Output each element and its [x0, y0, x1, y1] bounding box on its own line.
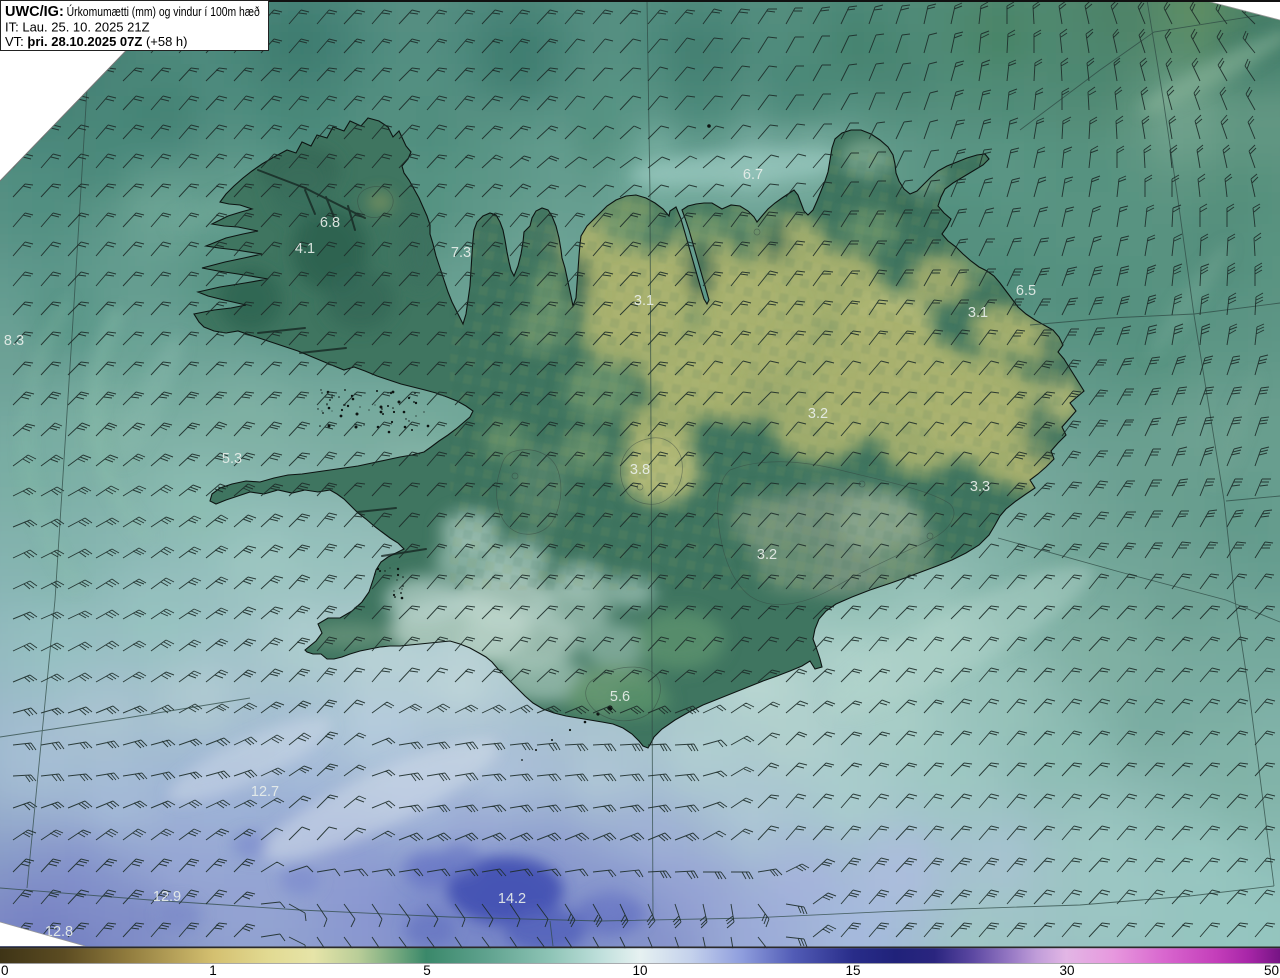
svg-text:6.5: 6.5 — [1016, 283, 1036, 299]
svg-text:5.3: 5.3 — [222, 451, 242, 467]
svg-text:UWC/IG: Úrkomumætti (mm) og vi: UWC/IG: Úrkomumætti (mm) og vindur í 100… — [5, 4, 260, 20]
svg-text:5: 5 — [423, 963, 431, 978]
svg-text:14.2: 14.2 — [498, 891, 526, 907]
svg-text:6.7: 6.7 — [743, 167, 763, 183]
svg-text:0: 0 — [1, 963, 9, 978]
svg-text:12.9: 12.9 — [153, 889, 181, 905]
svg-text:12.7: 12.7 — [251, 784, 279, 800]
svg-text:30: 30 — [1059, 963, 1074, 978]
svg-text:4.1: 4.1 — [295, 241, 315, 257]
svg-text:6.8: 6.8 — [320, 215, 340, 231]
svg-text:3.1: 3.1 — [634, 293, 654, 309]
svg-text:1: 1 — [209, 963, 217, 978]
svg-text:IT: Lau. 25. 10. 2025 21Z: IT: Lau. 25. 10. 2025 21Z — [5, 20, 150, 35]
svg-text:8.3: 8.3 — [4, 333, 24, 349]
svg-text:3.8: 3.8 — [630, 462, 650, 478]
svg-text:5.6: 5.6 — [610, 689, 630, 705]
svg-text:10: 10 — [632, 963, 647, 978]
svg-text:50: 50 — [1264, 963, 1279, 978]
svg-text:3.3: 3.3 — [970, 479, 990, 495]
svg-text:3.2: 3.2 — [808, 406, 828, 422]
svg-text:3.1: 3.1 — [968, 305, 988, 321]
svg-text:VT: þri. 28.10.2025 07Z (+58 h: VT: þri. 28.10.2025 07Z (+58 h) — [5, 34, 188, 49]
svg-text:3.2: 3.2 — [757, 547, 777, 563]
svg-text:7.3: 7.3 — [451, 245, 471, 261]
svg-text:15: 15 — [845, 963, 860, 978]
